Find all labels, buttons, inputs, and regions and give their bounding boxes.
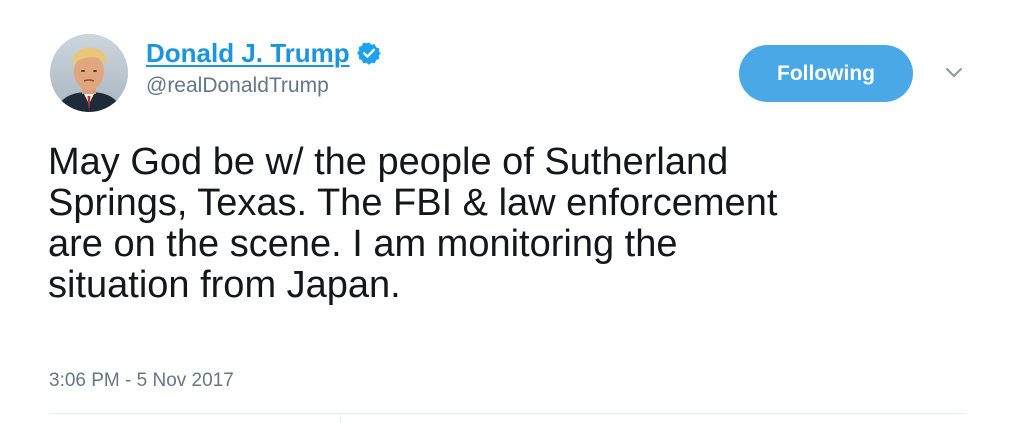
author-block: Donald J. Trump @realDonaldTrump <box>146 36 381 98</box>
following-button[interactable]: Following <box>739 45 913 102</box>
verified-badge-icon <box>356 41 381 65</box>
user-handle[interactable]: @realDonaldTrump <box>146 74 381 98</box>
tweet-card: Donald J. Trump @realDonaldTrump Followi… <box>0 0 1024 423</box>
tweet-text-line: are on the scene. I am monitoring the <box>48 223 678 265</box>
display-name-link[interactable]: Donald J. Trump <box>146 38 350 69</box>
tweet-timestamp[interactable]: 3:06 PM - 5 Nov 2017 <box>49 370 234 392</box>
tweet-text-line: May God be w/ the people of Sutherland <box>48 141 729 183</box>
tweet-text-line: Springs, Texas. The FBI & law enforcemen… <box>48 182 778 224</box>
profile-photo-icon <box>50 34 128 112</box>
divider-tick <box>340 414 341 423</box>
name-row: Donald J. Trump <box>146 36 381 70</box>
divider <box>49 413 967 414</box>
chevron-down-icon[interactable] <box>944 65 964 81</box>
tweet-text-line: situation from Japan. <box>48 264 401 306</box>
avatar[interactable] <box>50 34 128 112</box>
tweet-text: May God be w/ the people of Sutherland S… <box>48 142 948 306</box>
